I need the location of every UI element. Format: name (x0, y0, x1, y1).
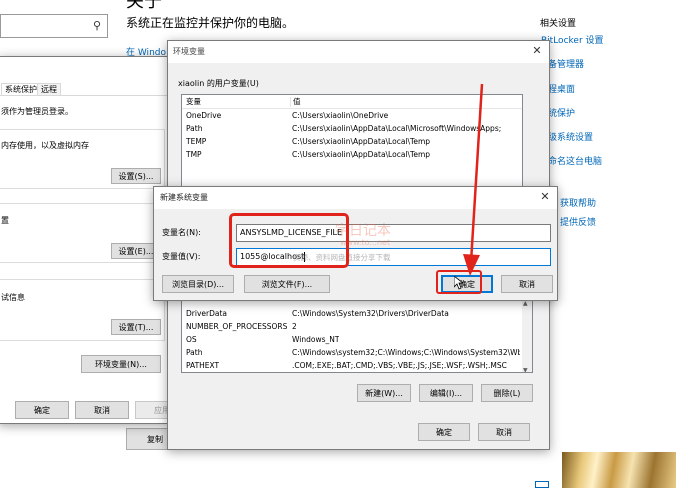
sys-var-row[interactable]: OS Windows_NT (182, 335, 532, 345)
variable-value-label: 变量值(V): (162, 252, 201, 261)
annotation-arrow (463, 83, 484, 276)
new-system-variable-dialog: 新建系统变量 ✕ 变量名(N): ANSYSLMD_LICENSE_FILE 变… (153, 186, 558, 301)
highlight-box-inputs (229, 213, 349, 268)
performance-settings-button[interactable]: 设置(S)... (111, 168, 161, 184)
sys-var-row[interactable]: PATHEXT .COM;.EXE;.BAT;.CMD;.VBS;.VBE;.J… (182, 361, 532, 371)
scroll-up-arrow-icon[interactable]: ▲ (523, 300, 528, 307)
sys-var-name: DriverData (186, 309, 227, 318)
env-window-title: 环境变量 (173, 47, 205, 56)
user-var-name: TMP (186, 150, 202, 159)
browse-directory-button[interactable]: 浏览目录(D)... (162, 275, 234, 293)
column-header-variable[interactable]: 变量 (186, 97, 201, 107)
user-var-name: OneDrive (186, 111, 222, 120)
environment-variables-button[interactable]: 环境变量(N)... (81, 355, 161, 373)
sys-var-name: NUMBER_OF_PROCESSORS (186, 322, 288, 331)
system-vars-list[interactable]: DriverData C:\Windows\System32\Drivers\D… (181, 299, 533, 373)
related-link-remote-desktop[interactable]: 程桌面 (548, 82, 575, 95)
variable-name-label: 变量名(N): (162, 228, 201, 237)
performance-note: 内存使用，以及虚拟内存 (1, 141, 89, 150)
sys-var-row[interactable]: DriverData C:\Windows\System32\Drivers\D… (182, 309, 532, 319)
user-var-value: C:\Users\xiaolin\AppData\Local\Temp (292, 137, 431, 146)
user-var-value: C:\Users\xiaolin\OneDrive (292, 111, 389, 120)
vertical-scrollbar[interactable]: ▲ ▼ (522, 300, 532, 372)
sys-var-name: OS (186, 335, 197, 344)
browse-file-button[interactable]: 浏览文件(F)... (244, 275, 330, 293)
feedback-link[interactable]: 提供反馈 (560, 215, 596, 228)
close-icon[interactable]: ✕ (537, 189, 553, 205)
page-title: 关于 (126, 0, 162, 12)
close-icon[interactable]: ✕ (529, 43, 545, 59)
newvar-cancel-button[interactable]: 取消 (501, 275, 553, 293)
sys-var-value: .COM;.EXE;.BAT;.CMD;.VBS;.VBE;.JS;.JSE;.… (292, 361, 507, 370)
related-link-rename-pc[interactable]: 命名这台电脑 (548, 154, 602, 167)
user-var-name: TEMP (186, 137, 207, 146)
system-properties-window: 系统保护 远程 须作为管理员登录。 内存使用，以及虚拟内存 设置(S)... 置… (0, 56, 189, 424)
monitor-text: 系统正在监控并保护你的电脑。 (126, 16, 295, 30)
sysprops-cancel-button[interactable]: 取消 (75, 401, 129, 419)
new-system-var-button[interactable]: 新建(W)... (357, 384, 411, 402)
sys-var-row[interactable]: NUMBER_OF_PROCESSORS 2 (182, 322, 532, 332)
book-thumbnail-image (562, 452, 676, 488)
env-cancel-button[interactable]: 取消 (478, 423, 530, 441)
annotation-arrow-line (469, 83, 484, 263)
tab-divider (0, 95, 167, 96)
sys-var-value: C:\Windows\system32;C:\Windows;C:\Window… (292, 348, 520, 357)
edit-system-var-button[interactable]: 编辑(I)... (419, 384, 473, 402)
env-titlebar: 环境变量 ✕ (168, 41, 549, 63)
settings-search-box[interactable]: ⚲ (0, 14, 108, 38)
related-link-system-protection[interactable]: 统保护 (548, 106, 575, 119)
feedback-icon[interactable] (535, 481, 549, 488)
related-settings-title: 相关设置 (540, 19, 577, 29)
annotation-arrow-head (463, 254, 480, 276)
user-vars-group-label: xiaolin 的用户变量(U) (178, 79, 259, 88)
newvar-dialog-title: 新建系统变量 (160, 193, 208, 202)
search-icon: ⚲ (92, 19, 101, 32)
sys-var-name: PATHEXT (186, 361, 220, 370)
user-profiles-label: 置 (1, 216, 9, 225)
column-header-value[interactable]: 值 (290, 97, 301, 107)
admin-note: 须作为管理员登录。 (1, 107, 73, 116)
startup-recovery-label: 试信息 (1, 293, 25, 302)
user-var-value: C:\Users\xiaolin\AppData\Local\Temp (292, 150, 431, 159)
get-help-link[interactable]: 获取帮助 (560, 196, 596, 209)
related-link-bitlocker[interactable]: BitLocker 设置 (541, 33, 604, 46)
related-link-device-manager[interactable]: 备管理器 (548, 57, 584, 70)
env-ok-button[interactable]: 确定 (418, 423, 470, 441)
scroll-down-arrow-icon[interactable]: ▼ (523, 367, 528, 372)
sys-var-name: Path (186, 348, 203, 357)
sys-var-value: Windows_NT (292, 335, 340, 344)
newvar-titlebar: 新建系统变量 ✕ (154, 187, 557, 209)
startup-settings-button[interactable]: 设置(T)... (111, 319, 161, 335)
sys-var-value: 2 (292, 322, 297, 331)
sysprops-ok-button[interactable]: 确定 (15, 401, 69, 419)
sys-var-value: C:\Windows\System32\Drivers\DriverData (292, 309, 449, 318)
mouse-cursor-icon (454, 276, 464, 290)
sys-var-row[interactable]: Path C:\Windows\system32;C:\Windows;C:\W… (182, 348, 532, 358)
delete-system-var-button[interactable]: 删除(L) (481, 384, 533, 402)
related-link-advanced-system[interactable]: 级系统设置 (548, 130, 593, 143)
user-var-name: Path (186, 124, 203, 133)
